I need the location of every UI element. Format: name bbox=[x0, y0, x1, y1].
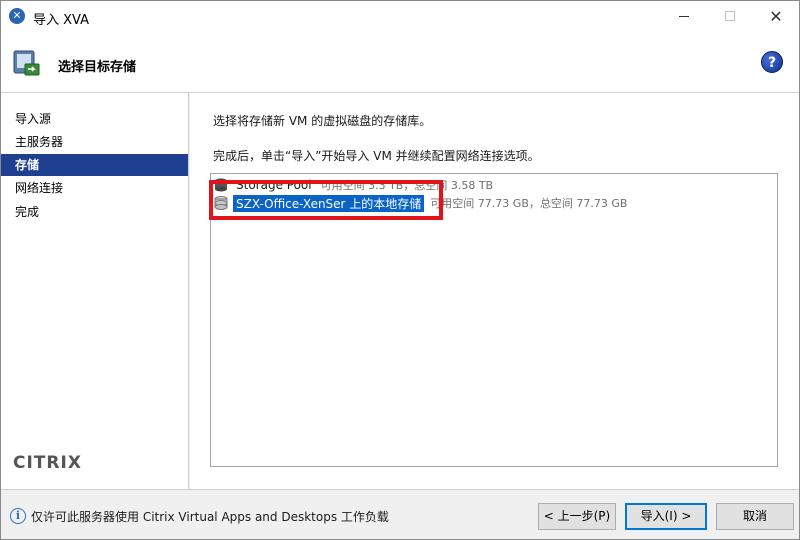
annotation-highlight-box bbox=[209, 180, 443, 220]
sidebar-item-home-server[interactable]: 主服务器 bbox=[1, 131, 188, 153]
sidebar-item-networking[interactable]: 网络连接 bbox=[1, 177, 188, 199]
import-button[interactable]: 导入(I) > bbox=[625, 503, 707, 530]
cancel-button[interactable]: 取消 bbox=[716, 503, 794, 530]
close-button[interactable]: ✕ bbox=[753, 1, 799, 31]
wizard-header: 选择目标存储 ? bbox=[1, 31, 799, 93]
storage-selection-panel: 选择将存储新 VM 的虚拟磁盘的存储库。 完成后，单击“导入”开始导入 VM 并… bbox=[190, 93, 799, 489]
storage-wizard-icon bbox=[13, 50, 40, 76]
license-note: 仅许可此服务器使用 Citrix Virtual Apps and Deskto… bbox=[31, 510, 389, 524]
citrix-logo: CITRIX bbox=[13, 453, 82, 473]
instruction-text: 选择将存储新 VM 的虚拟磁盘的存储库。 bbox=[213, 114, 432, 128]
sidebar-item-finish[interactable]: 完成 bbox=[1, 201, 188, 223]
maximize-icon bbox=[725, 11, 735, 21]
sr-detail: 可用空间 77.73 GB，总空间 77.73 GB bbox=[430, 197, 628, 210]
window-title: 导入 XVA bbox=[33, 13, 89, 28]
info-icon: i bbox=[10, 508, 26, 524]
xenserver-app-icon: ✕ bbox=[9, 8, 25, 24]
continue-instruction-text: 完成后，单击“导入”开始导入 VM 并继续配置网络连接选项。 bbox=[213, 149, 540, 163]
minimize-button[interactable] bbox=[661, 1, 707, 31]
title-bar: ✕ 导入 XVA ✕ bbox=[1, 1, 799, 31]
wizard-step-sidebar: 导入源 主服务器 存储 网络连接 完成 CITRIX bbox=[1, 93, 189, 489]
page-title: 选择目标存储 bbox=[58, 60, 137, 75]
sidebar-item-import-source[interactable]: 导入源 bbox=[1, 108, 188, 130]
wizard-footer: i 仅许可此服务器使用 Citrix Virtual Apps and Desk… bbox=[1, 489, 799, 539]
maximize-button[interactable] bbox=[707, 1, 753, 31]
sidebar-item-storage[interactable]: 存储 bbox=[1, 154, 188, 176]
close-icon: ✕ bbox=[769, 6, 783, 26]
back-button[interactable]: < 上一步(P) bbox=[538, 503, 616, 530]
minimize-icon bbox=[679, 15, 689, 17]
help-icon[interactable]: ? bbox=[761, 51, 783, 73]
import-xva-window: ✕ 导入 XVA ✕ 选择目标存储 ? 导入源 主服务器 存储 网络连接 完成 … bbox=[0, 0, 800, 540]
